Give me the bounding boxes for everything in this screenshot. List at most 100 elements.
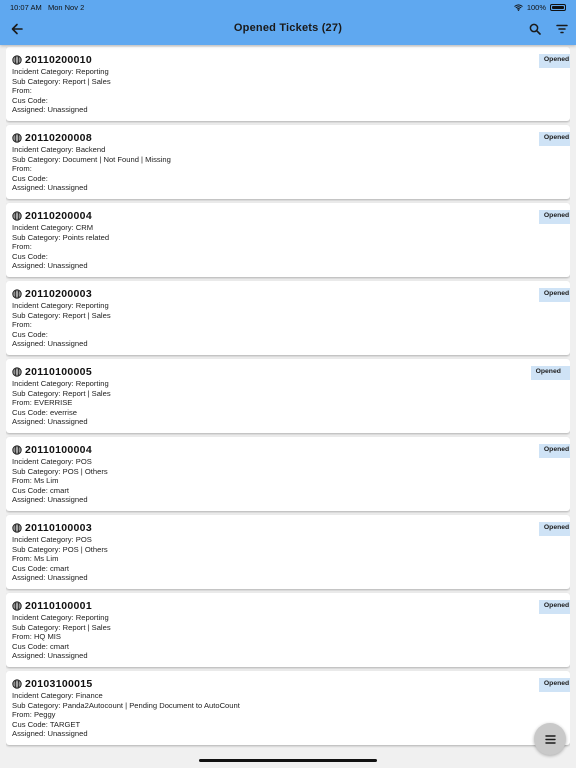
- sub-category: Sub Category: Report | Sales: [12, 311, 564, 321]
- from: From:: [12, 86, 564, 96]
- status-bar: 10:07 AM Mon Nov 2 100%: [0, 0, 576, 14]
- cus-code-value: cmart: [50, 641, 69, 651]
- incident-category: Incident Category: Finance: [12, 691, 564, 701]
- cus-code: Cus Code:: [12, 96, 564, 106]
- ticket-badges: HighOpened: [538, 678, 570, 692]
- assigned-value: Unassigned: [47, 105, 88, 115]
- cus-code: Cus Code: cmart: [12, 486, 564, 496]
- search-button[interactable]: [526, 20, 544, 38]
- incident-category-label: Incident Category:: [12, 613, 76, 622]
- cus-code: Cus Code:: [12, 174, 564, 184]
- menu-fab-button[interactable]: [534, 723, 566, 755]
- assigned-label: Assigned:: [12, 651, 48, 661]
- cus-code-value: cmart: [50, 563, 69, 573]
- home-indicator: [199, 759, 377, 762]
- incident-category-value: Reporting: [75, 379, 109, 388]
- status-date: Mon Nov 2: [47, 3, 85, 12]
- assigned: Assigned: Unassigned: [12, 339, 564, 349]
- cus-code-label: Cus Code:: [12, 641, 50, 651]
- ticket-list[interactable]: 20110200010 Incident Category: Reporting S…: [6, 47, 570, 768]
- sub-category: Sub Category: Report | Sales: [12, 389, 564, 399]
- ticket-globe: [12, 601, 22, 611]
- sub-category: Sub Category: Points related: [12, 233, 564, 243]
- status-time: 10:07 AM Mon Nov 2: [10, 3, 84, 12]
- ticket-globe: [12, 211, 22, 221]
- ticket-card[interactable]: 20110100005 Incident Category: Reporting S…: [6, 359, 570, 433]
- status-badge: Opened: [538, 210, 570, 224]
- incident-category-label: Incident Category:: [12, 223, 76, 232]
- search-icon: [529, 23, 541, 35]
- ticket-header: 20110200010: [12, 53, 564, 67]
- ticket-card[interactable]: 20110100001 Incident Category: Reporting S…: [6, 593, 570, 667]
- status-badge: Opened: [538, 678, 570, 692]
- ticket-badges: HighOpened: [538, 210, 570, 224]
- from: From: EVERRISE: [12, 398, 564, 408]
- assigned: Assigned: Unassigned: [12, 183, 564, 193]
- sub-category-label: Sub Category:: [12, 622, 63, 632]
- assigned-label: Assigned:: [12, 417, 48, 427]
- filter-button[interactable]: [553, 20, 571, 38]
- assigned-value: Unassigned: [47, 339, 88, 349]
- ticket-badges: HighOpened: [538, 288, 570, 302]
- globe-icon: [12, 289, 22, 299]
- ticket-card[interactable]: 20103100015 Incident Category: Finance Sub…: [6, 671, 570, 745]
- globe-icon: [12, 133, 22, 143]
- incident-category-value: Reporting: [75, 67, 109, 76]
- cus-code-label: Cus Code:: [12, 329, 48, 339]
- from-value: Ms Lim: [33, 554, 59, 564]
- incident-category: Incident Category: Reporting: [12, 379, 564, 389]
- incident-category-label: Incident Category:: [12, 145, 76, 154]
- incident-category: Incident Category: POS: [12, 535, 564, 545]
- cus-code-label: Cus Code:: [12, 485, 50, 495]
- globe-icon: [12, 601, 22, 611]
- ticket-badges: HighOpened: [538, 444, 570, 458]
- ticket-card[interactable]: 20110200003 Incident Category: Reporting S…: [6, 281, 570, 355]
- menu-icon: [544, 734, 556, 744]
- ticket-globe: [12, 55, 22, 65]
- sub-category: Sub Category: Report | Sales: [12, 623, 564, 633]
- sub-category-value: Report | Sales: [62, 310, 111, 320]
- incident-category-label: Incident Category:: [12, 457, 76, 466]
- incident-category-label: Incident Category:: [12, 67, 76, 76]
- assigned: Assigned: Unassigned: [12, 417, 564, 427]
- status-badge: Opened: [538, 600, 570, 614]
- status-badge: Opened: [538, 54, 570, 68]
- incident-category-label: Incident Category:: [12, 535, 76, 544]
- globe-icon: [12, 445, 22, 455]
- incident-category-value: CRM: [75, 223, 94, 232]
- incident-category-value: POS: [75, 457, 92, 466]
- sub-category-label: Sub Category:: [12, 544, 63, 554]
- from-label: From:: [12, 164, 32, 174]
- incident-category-value: POS: [75, 535, 92, 544]
- ticket-card[interactable]: 20110200008 Incident Category: Backend Sub…: [6, 125, 570, 199]
- sub-category-label: Sub Category:: [12, 700, 63, 710]
- wifi-icon: [513, 4, 523, 11]
- ticket-number: 20110200004: [25, 210, 92, 222]
- ticket-number: 20110100003: [25, 522, 92, 534]
- assigned-label: Assigned:: [12, 105, 48, 115]
- sub-category: Sub Category: Document | Not Found | Mis…: [12, 155, 564, 165]
- page-title: Opened Tickets (27): [233, 22, 343, 34]
- assigned-label: Assigned:: [12, 339, 48, 349]
- cus-code: Cus Code: everrise: [12, 408, 564, 418]
- ticket-card[interactable]: 20110100004 Incident Category: POS Sub Cat…: [6, 437, 570, 511]
- from-value: Ms Lim: [33, 476, 59, 486]
- battery-percent: 100%: [526, 3, 546, 12]
- ticket-card[interactable]: 20110200010 Incident Category: Reporting S…: [6, 47, 570, 121]
- ticket-card[interactable]: 20110100003 Incident Category: POS Sub Cat…: [6, 515, 570, 589]
- ticket-card[interactable]: 20110200004 Incident Category: CRM Sub Cat…: [6, 203, 570, 277]
- ticket-header: 20110200008: [12, 131, 564, 145]
- ticket-globe: [12, 289, 22, 299]
- sub-category-label: Sub Category:: [12, 466, 63, 476]
- ticket-badges: HighOpened: [538, 600, 570, 614]
- from: From:: [12, 320, 564, 330]
- incident-category-label: Incident Category:: [12, 379, 76, 388]
- from-value: EVERRISE: [33, 398, 73, 408]
- ticket-number: 20110100001: [25, 600, 92, 612]
- ticket-globe: [12, 133, 22, 143]
- from: From: HQ MIS: [12, 632, 564, 642]
- filter-icon: [556, 24, 568, 34]
- assigned: Assigned: Unassigned: [12, 261, 564, 271]
- assigned: Assigned: Unassigned: [12, 573, 564, 583]
- globe-icon: [12, 55, 22, 65]
